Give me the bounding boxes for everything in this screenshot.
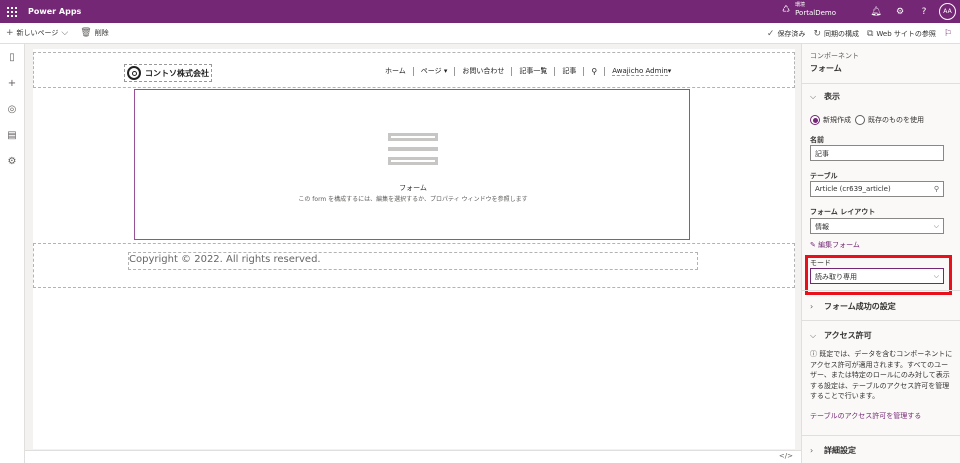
nav-item-article-list[interactable]: 記事一覧	[511, 67, 554, 76]
site-logo[interactable]: コントソ株式会社	[124, 64, 212, 82]
nav-item-contact[interactable]: お問い合わせ	[454, 67, 511, 76]
check-icon: ✓	[766, 28, 775, 39]
external-link-icon: ⧉	[866, 28, 874, 39]
feedback-button[interactable]: ⚐	[940, 29, 956, 39]
name-label: 名前	[810, 136, 824, 144]
add-component-icon[interactable]: +	[0, 70, 24, 96]
chevron-down-icon: ⌵	[933, 222, 939, 230]
delete-button[interactable]: 🗑︎ 削除	[74, 28, 114, 38]
chevron-right-icon: ›	[810, 302, 814, 311]
app-title: Power Apps	[28, 7, 82, 16]
mode-select[interactable]: 読み取り専用 ⌵	[810, 268, 944, 284]
properties-panel: コンポーネント フォーム ⌵ 表示 新規作成 既存のものを使用 名前 記事 テーブ…	[801, 44, 960, 463]
settings-icon[interactable]: ⚙	[0, 148, 24, 174]
plus-icon: +	[6, 28, 14, 38]
nav-item-article[interactable]: 記事	[554, 67, 583, 76]
environment-icon: ♺	[782, 5, 791, 15]
form-hint: この form を構成するには、編集を選択するか、プロパティ ウィンドウを参照し…	[298, 196, 528, 203]
name-field[interactable]: 記事	[810, 145, 944, 161]
radio-new[interactable]: 新規作成	[810, 115, 851, 125]
app-launcher-icon[interactable]	[0, 0, 24, 23]
copyright-text[interactable]: Copyright © 2022. All rights reserved.	[128, 252, 698, 270]
canvas-status-bar: </>	[25, 450, 801, 463]
environment-value: PortalDemo	[795, 9, 836, 17]
code-view-icon[interactable]: </>	[779, 452, 793, 460]
form-success-section-header[interactable]: › フォーム成功の設定	[802, 301, 960, 312]
pencil-icon: ✎	[810, 241, 816, 249]
radio-empty-icon	[855, 115, 865, 125]
info-icon: ⓘ	[810, 350, 817, 358]
feedback-icon: ⚐	[943, 28, 952, 39]
environment-picker[interactable]: ♺ 環境 PortalDemo	[782, 2, 836, 18]
saved-status: ✓ 保存済み	[766, 28, 806, 39]
mode-label: モード	[810, 259, 831, 267]
chevron-right-icon: ›	[810, 446, 814, 455]
chevron-down-icon: ⌵	[810, 91, 817, 101]
top-bar: Power Apps ♺ 環境 PortalDemo 🔔︎ ⚙ ? AA	[0, 0, 960, 23]
form-label: フォーム	[399, 184, 427, 192]
chevron-down-icon: ⌵	[810, 330, 817, 340]
radio-existing[interactable]: 既存のものを使用	[855, 115, 924, 125]
manage-permissions-link[interactable]: テーブルのアクセス許可を管理する	[810, 411, 921, 421]
pages-icon[interactable]: ▯	[0, 44, 24, 70]
advanced-section-header[interactable]: › 詳細設定	[802, 445, 960, 456]
table-field[interactable]: Article (cr639_article) ⚲	[810, 181, 944, 197]
form-icon	[388, 133, 438, 169]
site-footer[interactable]: Copyright © 2022. All rights reserved.	[33, 243, 795, 288]
trash-icon: 🗑︎	[80, 28, 92, 38]
left-rail: ▯ + ◎ ▤ ⚙	[0, 44, 25, 463]
environment-label: 環境	[795, 2, 806, 8]
radio-selected-icon	[810, 115, 820, 125]
component-type-label: コンポーネント	[810, 52, 859, 60]
logo-icon	[127, 66, 141, 80]
component-name: フォーム	[810, 64, 842, 73]
logo-text: コントソ株式会社	[145, 68, 209, 78]
user-name: Awajicho Admin	[612, 67, 668, 76]
edit-form-link[interactable]: ✎ 編集フォーム	[810, 240, 860, 250]
site-nav: ホーム ページ ▾ お問い合わせ 記事一覧 記事 ⚲ Awajicho Admi…	[378, 67, 678, 76]
nav-item-pages[interactable]: ページ ▾	[412, 67, 455, 76]
nav-item-user[interactable]: Awajicho Admin▾	[604, 67, 678, 76]
nav-item-home[interactable]: ホーム	[378, 67, 413, 76]
site-header[interactable]: コントソ株式会社 ホーム ページ ▾ お問い合わせ 記事一覧 記事 ⚲ Awaj…	[33, 52, 795, 88]
gear-icon[interactable]: ⚙	[888, 7, 912, 17]
form-layout-label: フォーム レイアウト	[810, 208, 876, 216]
avatar[interactable]: AA	[939, 3, 956, 20]
browse-website-button[interactable]: ⧉ Web サイトの参照	[863, 29, 940, 39]
display-section-header[interactable]: ⌵ 表示	[802, 91, 960, 102]
page-preview: コントソ株式会社 ホーム ページ ▾ お問い合わせ 記事一覧 記事 ⚲ Awaj…	[33, 49, 795, 449]
templates-icon[interactable]: ▤	[0, 122, 24, 148]
sync-icon: ↻	[813, 28, 821, 39]
search-icon[interactable]: ⚲	[583, 67, 604, 76]
chevron-down-icon: ⌵	[933, 272, 939, 280]
design-canvas: コントソ株式会社 ホーム ページ ▾ お問い合わせ 記事一覧 記事 ⚲ Awaj…	[25, 44, 801, 463]
access-note: ⓘ 既定では、データを含むコンポーネントにアクセス許可が適用されます。すべてのユ…	[810, 350, 953, 400]
chevron-down-icon: ⌵	[61, 28, 69, 38]
form-component[interactable]: フォーム この form を構成するには、編集を選択するか、プロパティ ウィンド…	[134, 89, 690, 240]
sync-button[interactable]: ↻ 同期の構成	[809, 29, 863, 39]
table-label: テーブル	[810, 172, 838, 180]
search-icon: ⚲	[933, 185, 939, 193]
new-page-button[interactable]: + 新しいページ ⌵	[0, 28, 74, 38]
panel-header: コンポーネント フォーム	[802, 44, 960, 84]
themes-icon[interactable]: ◎	[0, 96, 24, 122]
access-section-header[interactable]: ⌵ アクセス許可	[802, 330, 960, 341]
bell-icon[interactable]: 🔔︎	[864, 7, 888, 17]
form-source-radios: 新規作成 既存のものを使用	[810, 115, 928, 125]
command-bar: + 新しいページ ⌵ 🗑︎ 削除 ✓ 保存済み ↻ 同期の構成 ⧉ Web サイ…	[0, 23, 960, 44]
form-layout-select[interactable]: 情報 ⌵	[810, 218, 944, 234]
help-icon[interactable]: ?	[912, 7, 936, 17]
